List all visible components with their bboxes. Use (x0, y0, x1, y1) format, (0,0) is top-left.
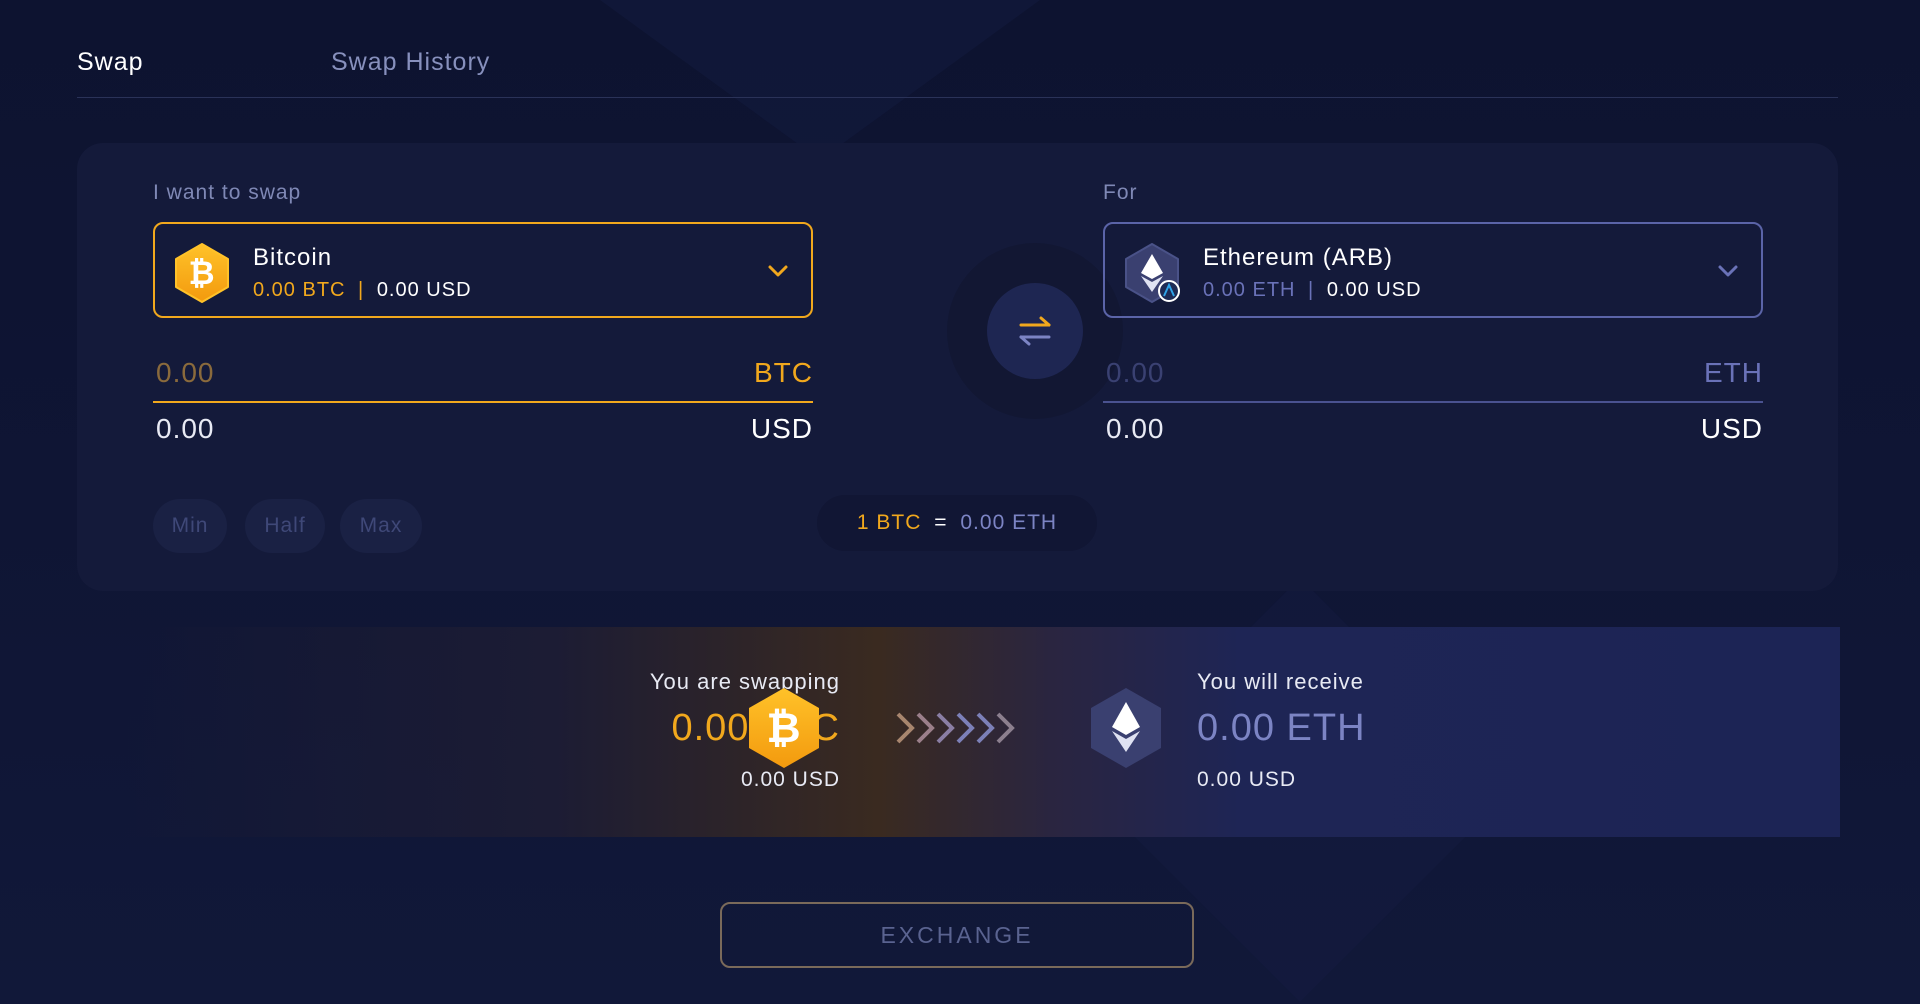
to-amount-row[interactable]: 0.00 ETH (1103, 357, 1763, 397)
receive-label: You will receive (1197, 669, 1364, 694)
balance-divider: | (358, 279, 365, 301)
max-button[interactable]: Max (340, 499, 422, 553)
swap-direction-ring (947, 243, 1123, 419)
exchange-rate: 1 BTC = 0.00 ETH (817, 495, 1097, 551)
tab-bar: Swap Swap History (77, 0, 1838, 98)
from-label: I want to swap (153, 181, 302, 204)
from-coin-name: Bitcoin (253, 244, 333, 271)
ethereum-icon (1091, 688, 1161, 768)
chevron-down-icon (768, 265, 788, 277)
to-amount-unit: ETH (1704, 357, 1763, 388)
tab-swap[interactable]: Swap (77, 48, 144, 77)
to-coin-name: Ethereum (ARB) (1203, 244, 1394, 271)
swapping-usd: 0.00 USD (740, 768, 840, 791)
balance-divider: | (1308, 279, 1315, 301)
to-label: For (1103, 181, 1138, 204)
from-usd-unit: USD (750, 413, 813, 444)
receive-amount: 0.00 ETH (1197, 707, 1366, 749)
to-balance-usd: 0.00 USD (1326, 279, 1422, 301)
from-amount-input[interactable]: 0.00 (156, 357, 215, 389)
from-balance-coin: 0.00 BTC (253, 279, 346, 301)
rate-right: 0.00 ETH (960, 511, 1058, 534)
from-coin-balance: 0.00 BTC | 0.00 USD (253, 279, 472, 302)
swap-card: I want to swap ₿ Bitcoin 0.00 BTC | 0.00… (77, 143, 1838, 591)
swap-direction-button[interactable] (987, 283, 1083, 379)
from-amount-row[interactable]: 0.00 BTC (153, 357, 813, 397)
from-usd-amount: 0.00 (156, 413, 215, 444)
to-amount-underline (1103, 401, 1763, 403)
from-usd-row: 0.00 USD (153, 413, 813, 453)
half-button[interactable]: Half (245, 499, 325, 553)
exchange-button[interactable]: EXCHANGE (720, 902, 1194, 968)
chevron-down-icon (1718, 265, 1738, 277)
from-coin-selector[interactable]: ₿ Bitcoin 0.00 BTC | 0.00 USD (153, 222, 813, 318)
min-button[interactable]: Min (153, 499, 227, 553)
bitcoin-icon: ₿ (175, 243, 229, 303)
svg-text:₿: ₿ (188, 255, 215, 291)
from-balance-usd: 0.00 USD (376, 279, 472, 301)
to-amount-input[interactable]: 0.00 (1106, 357, 1165, 389)
to-usd-row: 0.00 USD (1103, 413, 1763, 453)
svg-text:₿: ₿ (766, 704, 801, 751)
bitcoin-icon: ₿ (749, 688, 819, 768)
swap-arrows-icon (1019, 316, 1051, 346)
from-amount-underline (153, 401, 813, 403)
to-coin-balance: 0.00 ETH | 0.00 USD (1203, 279, 1422, 302)
swap-summary: You are swapping 0.00 BTC 0.00 USD ₿ You… (124, 627, 1840, 837)
rate-equals: = (934, 511, 948, 534)
to-coin-selector[interactable]: Ethereum (ARB) 0.00 ETH | 0.00 USD (1103, 222, 1763, 318)
to-usd-amount: 0.00 (1106, 413, 1165, 444)
tab-swap-history[interactable]: Swap History (331, 48, 490, 77)
to-balance-coin: 0.00 ETH (1203, 279, 1296, 301)
to-usd-unit: USD (1700, 413, 1763, 444)
receive-usd: 0.00 USD (1197, 768, 1297, 791)
rate-left: 1 BTC (856, 511, 922, 534)
ethereum-icon (1125, 243, 1180, 303)
from-amount-unit: BTC (754, 357, 813, 388)
chevrons-right-icon (896, 712, 1015, 744)
